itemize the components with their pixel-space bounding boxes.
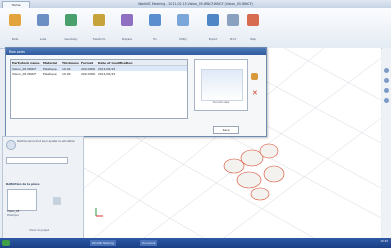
ribbon-label: Fix [153,38,157,41]
ribbon-label: Parts [11,38,19,41]
table-cell: Plastique [43,66,57,71]
part-preview: Current view [194,59,248,111]
ribbon-label: Transform [92,38,106,41]
prepare-icon [121,14,133,26]
transform-icon [93,14,105,26]
pan-icon[interactable] [384,88,389,93]
ribbon-button-parts[interactable]: Parts [6,14,24,44]
ribbon-button-prepare[interactable]: Prepare [118,14,136,44]
ribbon-label: Utility [179,38,187,41]
fit-view-icon[interactable] [384,98,389,103]
load-icon [37,14,49,26]
print-icon [227,14,239,26]
fix-icon [149,14,161,26]
table-cell: Vision_05.WNCF [12,66,37,71]
ribbon-button-fix[interactable]: Fix [146,14,164,44]
ribbon-button-transform[interactable]: Transform [90,14,108,44]
section-title: Définition de la pièce [6,182,40,186]
table-cell: Plastique [43,71,57,76]
taskbar-item[interactable]: WorkNC Meshing [90,240,116,246]
ribbon-label: Geometry [64,38,78,41]
table-cell: 200.0000 [81,71,96,76]
part-name: Vision_05 [7,210,20,213]
table-cell: 10.00 [62,66,71,71]
window-title: WorkNC Meshing - 2011.02.15.Vision_05.WN… [138,2,253,6]
view-toolbar [382,48,391,238]
zoom-icon[interactable] [384,68,389,73]
info-text: Positionnez le brut pour ajuster la simu… [17,140,76,143]
ribbon-label: Print [230,38,236,41]
table-cell: 2011/02/15 [98,66,116,71]
brush-icon[interactable] [53,197,61,205]
ribbon-label: Load [39,38,47,41]
raw-parts-dialog: Raw parts Part/stock name Material Thick… [5,47,267,137]
table-cell: Vision_05.WNCF [12,71,37,76]
table-cell: 200.0000 [81,66,96,71]
ribbon-button-utility[interactable]: Utility [174,14,192,44]
mesh-parts [223,143,285,201]
rotate-icon[interactable] [384,78,389,83]
parts-icon [9,14,21,26]
preview-image [201,69,243,101]
info-icon [6,140,16,150]
start-button[interactable] [2,240,10,246]
table-cell: 10.00 [62,71,71,76]
table-cell: 2011/02/15 [98,71,116,76]
side-panel: Positionnez le brut pour ajuster la simu… [2,136,84,240]
table-row[interactable]: Vision_05.WNCF Plastique 10.00 200.0000 … [11,71,187,76]
ribbon-button-export[interactable]: Export [204,14,222,44]
ribbon-button-load[interactable]: Load [34,14,52,44]
delete-icon[interactable]: ✕ [252,90,258,97]
ribbon-button-print[interactable]: Print [224,14,242,44]
ribbon-label: Prepare [122,38,132,41]
part-thumbnail [7,189,37,211]
ribbon-button-help[interactable]: Help [244,14,262,44]
column-header[interactable]: Material [42,61,61,65]
taskbar: WorkNC Meshing Document 10:45 [0,238,391,248]
preview-label: Current view [212,101,230,104]
export-icon [207,14,219,26]
ribbon-label: Export [208,38,218,41]
dialog-title: Raw parts [6,48,266,55]
title-bar: Home WorkNC Meshing - 2011.02.15.Vision_… [0,0,391,8]
ribbon-button-geometry[interactable]: Geometry [62,14,80,44]
column-header[interactable]: Date of modification [97,61,138,65]
clock: 10:45 [380,240,388,243]
column-header[interactable]: Thickness [61,61,80,65]
edit-icon[interactable] [251,73,258,80]
material-label: Plastique [7,214,19,217]
geometry-icon [65,14,77,26]
save-button[interactable]: Save [213,126,239,134]
column-header[interactable]: Format [80,61,97,65]
column-header[interactable]: Part/stock name [11,61,42,65]
ribbon-toolbar: Parts Load Geometry Transform Prepare Fi… [0,8,391,49]
help-icon [247,14,259,26]
position-field[interactable] [6,157,68,164]
utility-icon [177,14,189,26]
parts-table: Part/stock name Material Thickness Forma… [10,59,188,119]
ribbon-label: Help [250,38,256,41]
project-choice[interactable]: Choix du projet [9,229,69,232]
axis-triad [95,208,103,217]
taskbar-item[interactable]: Document [140,240,158,246]
